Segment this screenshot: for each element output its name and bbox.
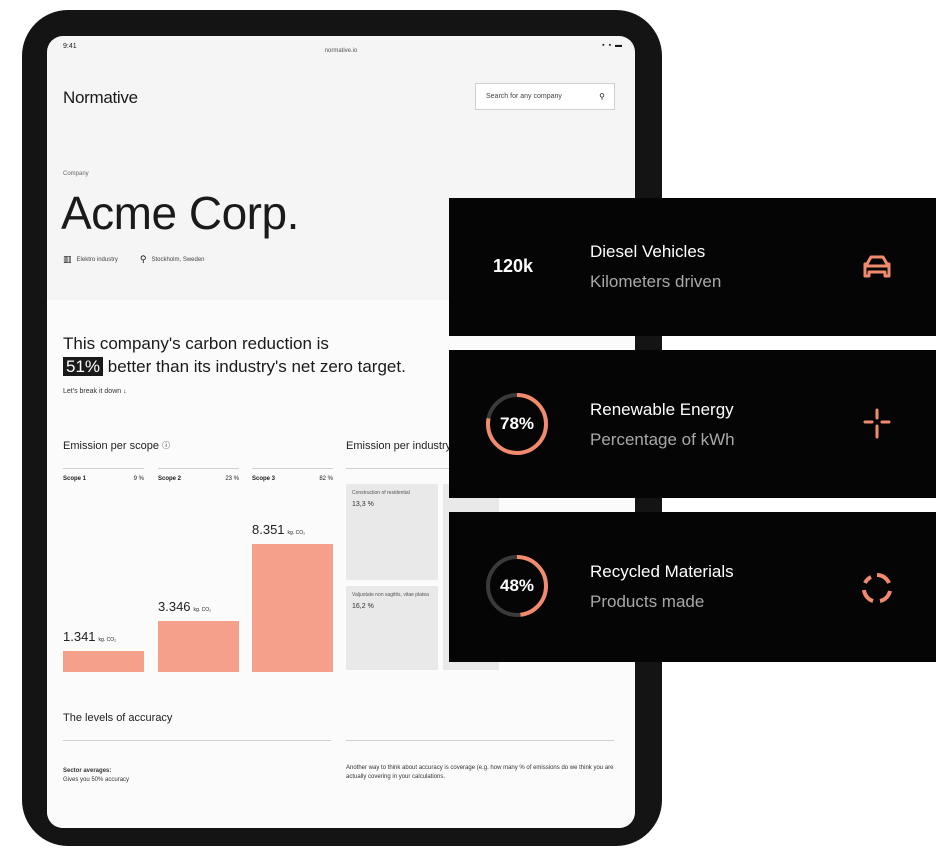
scope-name: Scope 1 bbox=[63, 476, 87, 482]
sector-averages: Sector averages: Gives you 50% accuracy bbox=[63, 767, 263, 785]
card-title: Recycled Materials bbox=[590, 562, 734, 581]
accuracy-divider bbox=[63, 740, 331, 741]
recycled-materials-card: 48% Recycled Materials Products made bbox=[449, 512, 936, 662]
card-title: Renewable Energy bbox=[590, 400, 734, 419]
status-bar: 9:41 normative.io ▪ ▪ ▬ bbox=[47, 36, 635, 58]
location-pin-icon: ⚲ bbox=[139, 254, 147, 264]
industry-cell-label: Construction of residential bbox=[352, 490, 410, 496]
claim-highlight: 51% bbox=[63, 357, 104, 376]
value-text: 1.341 bbox=[63, 629, 96, 644]
unit-text: kg. CO₂ bbox=[98, 637, 117, 643]
scope-divider bbox=[63, 468, 144, 469]
accuracy-divider bbox=[346, 740, 614, 741]
url-bar[interactable]: normative.io bbox=[47, 48, 635, 54]
coverage-text: Another way to think about accuracy is c… bbox=[346, 765, 614, 780]
status-icons: ▪ ▪ ▬ bbox=[602, 42, 623, 49]
company-label: Company bbox=[63, 171, 89, 177]
brand-logo[interactable]: Normative bbox=[63, 88, 138, 108]
card-subtitle: Kilometers driven bbox=[590, 272, 722, 291]
sector-text: Gives you 50% accuracy bbox=[63, 777, 130, 783]
wind-turbine-icon bbox=[863, 408, 891, 439]
card-subtitle: Products made bbox=[590, 592, 705, 611]
diesel-vehicles-card: 120k Diesel Vehicles Kilometers driven bbox=[449, 198, 936, 336]
location-meta: ⚲ Stockholm, Sweden bbox=[140, 254, 205, 265]
carbon-claim: This company's carbon reduction is 51% b… bbox=[63, 332, 406, 378]
card-value: 48% bbox=[499, 576, 535, 595]
breakdown-link[interactable]: Let's break it down ↓ bbox=[63, 388, 127, 395]
scope-1-bar bbox=[63, 651, 144, 672]
value-text: 8.351 bbox=[252, 522, 285, 537]
emission-scope-title-text: Emission per scope bbox=[63, 440, 159, 452]
industry-cell-value: 16,2 % bbox=[352, 603, 374, 610]
company-meta: ▥ Elektro industry ⚲ Stockholm, Sweden bbox=[63, 254, 205, 265]
emission-industry-title: Emission per industry bbox=[346, 440, 452, 452]
scope-header-2: Scope 2 23 % bbox=[158, 476, 239, 482]
scope-3-value: 8.351 kg. CO₂ bbox=[252, 522, 305, 537]
industry-meta: ▥ Elektro industry bbox=[63, 254, 118, 265]
scope-2-value: 3.346 kg. CO₂ bbox=[158, 599, 211, 614]
search-placeholder: Search for any company bbox=[486, 93, 562, 100]
card-subtitle: Percentage of kWh bbox=[590, 430, 735, 449]
industry-cell[interactable]: Valjuotate non sagittis, vitae platea 16… bbox=[346, 586, 438, 670]
claim-rest: better than its industry's net zero targ… bbox=[103, 357, 406, 376]
unit-text: kg. CO₂ bbox=[287, 530, 306, 536]
card-value: 120k bbox=[493, 256, 534, 276]
industry-cell-label: Valjuotate non sagittis, vitae platea bbox=[352, 592, 429, 598]
industry-cell[interactable]: Construction of residential 13,3 % bbox=[346, 484, 438, 580]
scope-divider bbox=[158, 468, 239, 469]
claim-line-1: This company's carbon reduction is bbox=[63, 334, 329, 353]
card-title: Diesel Vehicles bbox=[590, 242, 706, 261]
scope-2-bar bbox=[158, 621, 239, 672]
renewable-energy-card: 78% Renewable Energy Percentage of kWh bbox=[449, 350, 936, 498]
scope-pct: 23 % bbox=[225, 476, 239, 482]
accuracy-title: The levels of accuracy bbox=[63, 712, 173, 724]
unit-text: kg. CO₂ bbox=[193, 607, 212, 613]
scope-name: Scope 2 bbox=[158, 476, 182, 482]
scope-divider bbox=[252, 468, 333, 469]
info-icon[interactable]: ⓘ bbox=[162, 441, 170, 450]
recycle-icon bbox=[862, 573, 892, 603]
building-icon: ▥ bbox=[63, 254, 72, 264]
card-value: 78% bbox=[499, 414, 535, 433]
location-text: Stockholm, Sweden bbox=[151, 256, 205, 263]
industry-text: Elektro industry bbox=[76, 256, 118, 263]
scope-pct: 9 % bbox=[133, 476, 144, 482]
scope-3-bar bbox=[252, 544, 333, 672]
industry-cell-value: 13,3 % bbox=[352, 501, 374, 508]
claim-line-2: 51% better than its industry's net zero … bbox=[63, 355, 406, 378]
vehicle-icon bbox=[863, 255, 891, 278]
search-icon: ⚲ bbox=[599, 92, 605, 101]
scope-header-3: Scope 3 82 % bbox=[252, 476, 333, 482]
scope-pct: 82 % bbox=[319, 476, 333, 482]
scope-name: Scope 3 bbox=[252, 476, 276, 482]
search-input[interactable]: Search for any company ⚲ bbox=[475, 83, 615, 110]
scope-1-value: 1.341 kg. CO₂ bbox=[63, 629, 116, 644]
emission-scope-title: Emission per scope ⓘ bbox=[63, 440, 170, 452]
value-text: 3.346 bbox=[158, 599, 191, 614]
company-name: Acme Corp. bbox=[61, 187, 299, 239]
scope-header-1: Scope 1 9 % bbox=[63, 476, 144, 482]
sector-title: Sector averages: bbox=[63, 768, 112, 774]
